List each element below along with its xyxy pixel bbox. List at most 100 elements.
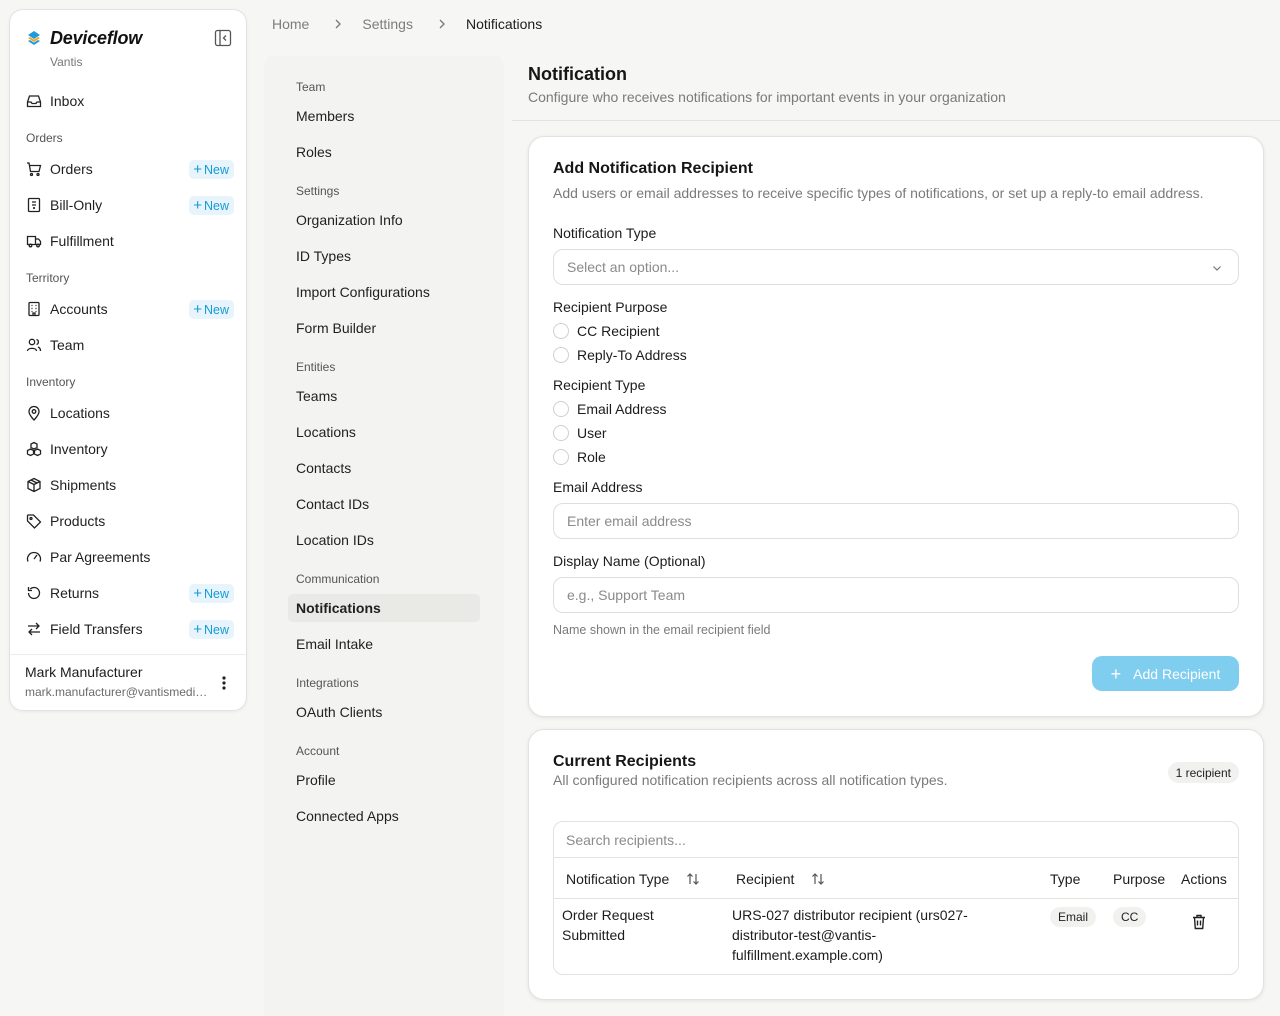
- notification-type-label: Notification Type: [553, 225, 657, 241]
- user-email: mark.manufacturer@vantismedical.com: [25, 685, 210, 699]
- new-field-transfer-button[interactable]: + New: [189, 620, 234, 639]
- purpose-badge: CC: [1113, 907, 1147, 927]
- settings-item-locations[interactable]: Locations: [288, 418, 480, 446]
- current-recipients-description: All configured notification recipients a…: [553, 772, 948, 788]
- receipt-icon: [27, 197, 41, 213]
- sidebar-item-par-agreements[interactable]: Par Agreements: [18, 542, 240, 572]
- type-radio-user[interactable]: User: [553, 424, 607, 442]
- settings-item-teams[interactable]: Teams: [288, 382, 480, 410]
- table-header: Notification Type Recipient Type Purpose…: [554, 858, 1238, 899]
- settings-item-organization-info[interactable]: Organization Info: [288, 206, 480, 234]
- purpose-radio-reply-to[interactable]: Reply-To Address: [553, 346, 687, 364]
- boxes-icon: [26, 441, 42, 457]
- email-address-input[interactable]: Enter email address: [553, 503, 1239, 539]
- cell-recipient: URS-027 distributor recipient (urs027- d…: [732, 905, 1032, 965]
- sidebar-item-locations[interactable]: Locations: [18, 398, 240, 428]
- user-name: Mark Manufacturer: [25, 664, 143, 680]
- email-address-label: Email Address: [553, 479, 643, 495]
- arrows-transfer-icon: [28, 622, 40, 636]
- add-recipient-button[interactable]: + Add Recipient: [1092, 656, 1239, 691]
- settings-item-contacts[interactable]: Contacts: [288, 454, 480, 482]
- column-recipient[interactable]: Recipient: [736, 858, 826, 899]
- truck-icon: [26, 235, 42, 248]
- new-return-button[interactable]: + New: [189, 584, 234, 603]
- plus-icon: +: [193, 585, 202, 602]
- recipient-purpose-label: Recipient Purpose: [553, 299, 668, 315]
- recipient-count-badge: 1 recipient: [1167, 762, 1239, 783]
- column-purpose: Purpose: [1113, 870, 1166, 887]
- new-bill-only-button[interactable]: + New: [189, 196, 234, 215]
- add-recipient-card: Add Notification Recipient Add users or …: [528, 136, 1264, 717]
- brand[interactable]: Deviceflow: [26, 27, 142, 49]
- recipient-type-label: Recipient Type: [553, 377, 646, 393]
- sidebar-item-fulfillment[interactable]: Fulfillment: [18, 226, 240, 256]
- sidebar-item-shipments[interactable]: Shipments: [18, 470, 240, 500]
- radio-circle[interactable]: [553, 347, 569, 363]
- new-label: New: [203, 302, 229, 317]
- sidebar-item-inbox[interactable]: Inbox: [18, 86, 240, 116]
- page-subtitle: Configure who receives notifications for…: [528, 89, 1006, 105]
- sidebar-item-bill-only[interactable]: Bill-Only + New: [18, 190, 240, 220]
- radio-circle[interactable]: [553, 323, 569, 339]
- settings-item-form-builder[interactable]: Form Builder: [288, 314, 480, 342]
- settings-item-notifications[interactable]: Notifications: [288, 594, 480, 622]
- settings-item-id-types[interactable]: ID Types: [288, 242, 480, 270]
- settings-section-communication: Communication: [296, 572, 380, 586]
- type-radio-role[interactable]: Role: [553, 448, 606, 466]
- plus-icon: +: [1110, 663, 1122, 684]
- app-name: Deviceflow: [50, 27, 143, 48]
- radio-circle[interactable]: [553, 425, 569, 441]
- sidebar-item-returns[interactable]: Returns + New: [18, 578, 240, 608]
- sort-icon[interactable]: [810, 871, 826, 887]
- sidebar-item-label: Team: [50, 337, 85, 353]
- new-orders-button[interactable]: + New: [189, 160, 234, 179]
- settings-item-contact-ids[interactable]: Contact IDs: [288, 490, 480, 518]
- sidebar-item-label: Shipments: [50, 477, 117, 493]
- more-vertical-icon[interactable]: [216, 673, 232, 693]
- settings-section-team: Team: [296, 80, 326, 94]
- breadcrumb-notifications: Notifications: [465, 16, 543, 32]
- plus-icon: +: [193, 301, 202, 318]
- type-radio-email[interactable]: Email Address: [553, 400, 666, 418]
- settings-item-connected-apps[interactable]: Connected Apps: [288, 802, 480, 830]
- sidebar-section-orders: Orders: [26, 131, 63, 145]
- sidebar-item-team[interactable]: Team: [18, 330, 240, 360]
- settings-item-oauth-clients[interactable]: OAuth Clients: [288, 698, 480, 726]
- sidebar-item-products[interactable]: Products: [18, 506, 240, 536]
- settings-item-roles[interactable]: Roles: [288, 138, 480, 166]
- display-name-input[interactable]: e.g., Support Team: [553, 577, 1239, 613]
- sidebar-item-inventory[interactable]: Inventory: [18, 434, 240, 464]
- sidebar-item-label: Products: [50, 513, 106, 529]
- sidebar-item-label: Par Agreements: [50, 549, 151, 565]
- purpose-radio-cc[interactable]: CC Recipient: [553, 322, 659, 340]
- notification-type-select[interactable]: Select an option...: [553, 249, 1239, 285]
- chevron-down-icon: [1213, 266, 1221, 271]
- breadcrumb-settings[interactable]: Settings: [362, 16, 413, 32]
- settings-item-email-intake[interactable]: Email Intake: [288, 630, 480, 658]
- sidebar-item-accounts[interactable]: Accounts + New: [18, 294, 240, 324]
- sidebar-item-orders[interactable]: Orders + New: [18, 154, 240, 184]
- sidebar-item-field-transfers[interactable]: Field Transfers + New: [18, 614, 240, 644]
- column-notification-type[interactable]: Notification Type: [566, 858, 701, 899]
- sidebar-item-label: Bill-Only: [50, 197, 103, 213]
- radio-circle[interactable]: [553, 449, 569, 465]
- new-account-button[interactable]: + New: [189, 300, 234, 319]
- trash-icon[interactable]: [1190, 913, 1208, 931]
- add-recipient-label: Add Recipient: [1133, 665, 1221, 682]
- display-name-placeholder: e.g., Support Team: [567, 587, 686, 603]
- settings-item-profile[interactable]: Profile: [288, 766, 480, 794]
- sort-icon[interactable]: [685, 871, 701, 887]
- radio-label: User: [577, 425, 607, 441]
- settings-item-members[interactable]: Members: [288, 102, 480, 130]
- user-menu[interactable]: Mark Manufacturer mark.manufacturer@vant…: [10, 654, 246, 710]
- plus-icon: +: [193, 197, 202, 214]
- search-recipients-input[interactable]: Search recipients...: [554, 822, 1238, 858]
- settings-item-import-configurations[interactable]: Import Configurations: [288, 278, 480, 306]
- sidebar-collapse-icon[interactable]: [214, 29, 232, 47]
- column-actions: Actions: [1181, 870, 1227, 887]
- settings-section-account: Account: [296, 744, 340, 758]
- radio-circle[interactable]: [553, 401, 569, 417]
- breadcrumb-home[interactable]: Home: [272, 16, 309, 32]
- settings-item-location-ids[interactable]: Location IDs: [288, 526, 480, 554]
- chevron-right-icon: [439, 19, 445, 29]
